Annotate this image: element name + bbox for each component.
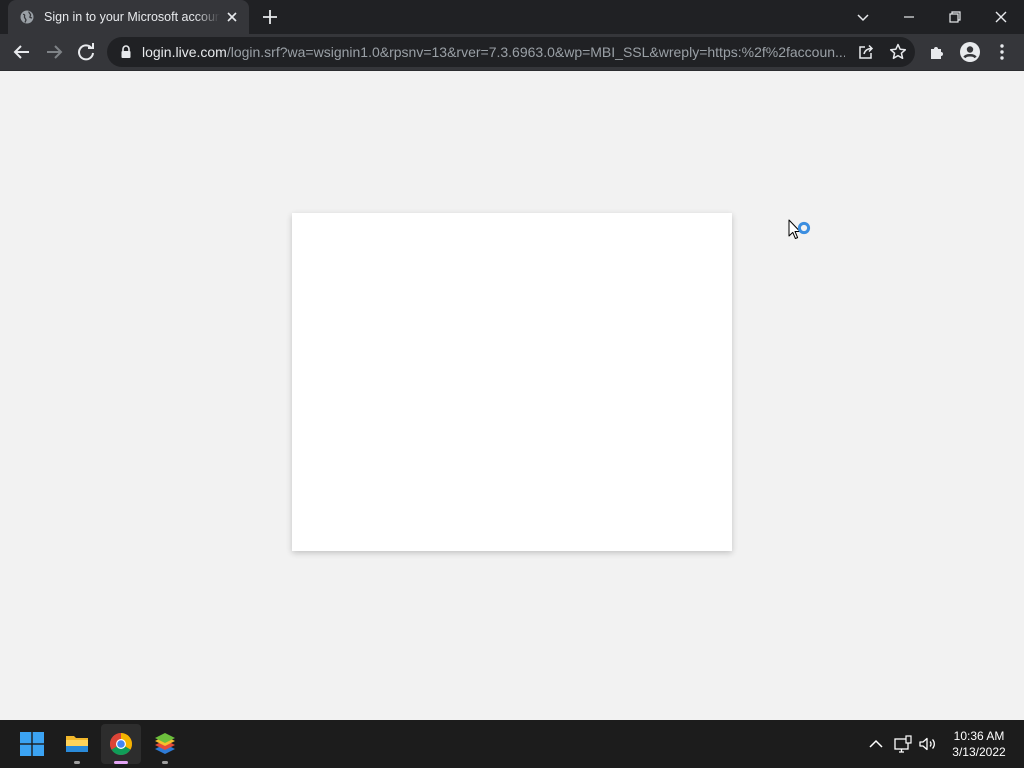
network-icon[interactable]: [893, 734, 913, 754]
running-indicator: [74, 761, 80, 764]
lock-icon[interactable]: [119, 44, 133, 60]
taskbar-file-explorer[interactable]: [57, 724, 97, 764]
tab-title: Sign in to your Microsoft account: [44, 10, 220, 24]
url-host: login.live.com: [142, 44, 227, 60]
tab-close-icon[interactable]: [224, 9, 240, 25]
profile-avatar-icon[interactable]: [958, 40, 982, 64]
window-close-icon[interactable]: [989, 5, 1013, 29]
url-text[interactable]: login.live.com/login.srf?wa=wsignin1.0&r…: [142, 44, 845, 61]
url-path: /login.srf?wa=wsignin1.0&rpsnv=13&rver=7…: [226, 44, 845, 60]
bookmark-star-icon[interactable]: [888, 42, 908, 62]
chrome-icon: [110, 733, 132, 755]
browser-tabstrip: Sign in to your Microsoft account: [0, 0, 1024, 34]
running-indicator: [162, 761, 168, 764]
page-viewport: [0, 71, 1024, 720]
chevron-up-icon[interactable]: [866, 734, 886, 754]
more-menu-icon[interactable]: [990, 40, 1014, 64]
windows-taskbar: 10:36 AM 3/13/2022: [0, 720, 1024, 768]
reload-icon[interactable]: [74, 40, 98, 64]
browser-toolbar: login.live.com/login.srf?wa=wsignin1.0&r…: [0, 34, 1024, 70]
taskbar-bluestacks[interactable]: [145, 724, 185, 764]
back-arrow-icon[interactable]: [10, 40, 34, 64]
start-icon: [20, 732, 44, 756]
new-tab-plus-icon[interactable]: [259, 6, 281, 28]
minimize-icon[interactable]: [897, 5, 921, 29]
extensions-puzzle-icon[interactable]: [926, 40, 950, 64]
busy-cursor-icon: [788, 219, 811, 239]
active-indicator: [114, 761, 128, 764]
system-clock[interactable]: 10:36 AM 3/13/2022: [944, 728, 1014, 760]
bluestacks-icon: [155, 733, 175, 754]
forward-arrow-icon[interactable]: [42, 40, 66, 64]
file-explorer-icon: [66, 736, 88, 752]
taskbar-chrome[interactable]: [101, 724, 141, 764]
clock-time: 10:36 AM: [953, 729, 1005, 743]
globe-icon: [20, 10, 34, 24]
restore-icon[interactable]: [943, 5, 967, 29]
start-button[interactable]: [12, 724, 52, 764]
address-bar[interactable]: login.live.com/login.srf?wa=wsignin1.0&r…: [107, 37, 915, 67]
volume-icon[interactable]: [918, 734, 938, 754]
browser-tab-active[interactable]: Sign in to your Microsoft account: [8, 0, 249, 34]
clock-date: 3/13/2022: [952, 745, 1006, 759]
signin-card-loading: [292, 213, 732, 551]
tab-search-chevron-icon[interactable]: [851, 5, 875, 29]
share-icon[interactable]: [856, 42, 876, 62]
